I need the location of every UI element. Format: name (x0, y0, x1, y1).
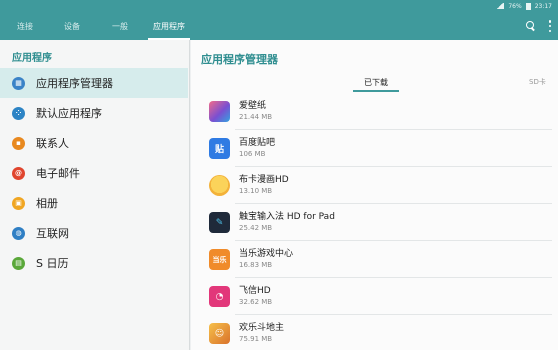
list-item[interactable]: ✎ 触宝输入法 HD for Pad 25.42 MB (191, 204, 558, 241)
battery-icon (525, 2, 531, 10)
search-icon[interactable] (526, 21, 536, 31)
sidebar-item-label: 联系人 (36, 137, 69, 150)
gallery-icon: ▣ (12, 196, 25, 210)
app-size: 13.10 MB (239, 187, 273, 195)
grid-icon: ▦ (12, 76, 25, 90)
list-item[interactable]: ◔ 飞信HD 32.62 MB (191, 278, 558, 315)
sidebar-item-s-calendar[interactable]: ▤ S 日历 (0, 248, 189, 278)
sidebar-item-internet[interactable]: ◍ 互联网 (0, 218, 189, 248)
app-size: 75.91 MB (239, 335, 273, 343)
app-size: 32.62 MB (239, 298, 273, 306)
app-name: 飞信HD (239, 286, 271, 296)
tab-connections[interactable]: 连接 (0, 12, 50, 40)
sidebar-item-label: 应用程序管理器 (36, 77, 113, 90)
tab-label: 应用程序 (153, 21, 185, 31)
sidebar-item-default-applications[interactable]: ⁘ 默认应用程序 (0, 98, 189, 128)
sidebar-item-label: 默认应用程序 (36, 107, 102, 120)
app-list: 爱壁纸 21.44 MB 贴 百度贴吧 106 MB 布卡漫画HD 13.10 MB … (191, 93, 558, 350)
wallpaper-app-icon (209, 101, 230, 122)
touchpal-app-icon: ✎ (209, 212, 230, 233)
apps-icon: ⁘ (12, 106, 25, 120)
app-name: 布卡漫画HD (239, 175, 289, 185)
sidebar-item-contacts[interactable]: ▪ 联系人 (0, 128, 189, 158)
more-vertical-icon[interactable] (548, 20, 552, 32)
app-name: 爱壁纸 (239, 101, 267, 111)
list-item[interactable]: 布卡漫画HD 13.10 MB (191, 167, 558, 204)
list-item[interactable]: ☺ 欢乐斗地主 75.91 MB (191, 315, 558, 350)
storage-subtabs: 已下载 SD卡 (191, 72, 558, 92)
left-category-list: ▦ 应用程序管理器 ⁘ 默认应用程序 ▪ 联系人 @ 电子邮件 ▣ 相册 ◍ 互… (0, 68, 189, 278)
fetion-app-icon: ◔ (209, 286, 230, 307)
sidebar-item-label: S 日历 (36, 257, 69, 270)
battery-percent: 76% (508, 2, 522, 10)
tab-general[interactable]: 一般 (94, 12, 146, 40)
calendar-icon: ▤ (12, 256, 25, 270)
tab-device[interactable]: 设备 (50, 12, 94, 40)
sidebar-item-label: 电子邮件 (36, 167, 80, 180)
app-name: 触宝输入法 HD for Pad (239, 212, 335, 222)
sidebar-item-label: 互联网 (36, 227, 69, 240)
list-item[interactable]: 贴 百度贴吧 106 MB (191, 130, 558, 167)
sidebar-item-email[interactable]: @ 电子邮件 (0, 158, 189, 188)
clock: 23:17 (534, 2, 552, 10)
settings-tabs: 连接 设备 一般 应用程序 (0, 12, 192, 40)
tab-label: 一般 (112, 21, 128, 31)
app-size: 106 MB (239, 150, 266, 158)
status-bar: 76% 23:17 (0, 0, 558, 12)
tieba-app-icon: 贴 (209, 138, 230, 159)
sidebar-item-gallery[interactable]: ▣ 相册 (0, 188, 189, 218)
app-name: 百度贴吧 (239, 138, 276, 148)
application-manager-panel: 应用程序管理器 已下载 SD卡 爱壁纸 21.44 MB 贴 百度贴吧 106 MB… (191, 40, 558, 350)
dangle-app-icon: 当乐 (209, 249, 230, 270)
buka-app-icon (209, 175, 230, 196)
contact-icon: ▪ (12, 136, 25, 150)
app-size: 21.44 MB (239, 113, 273, 121)
tab-label: 设备 (64, 21, 80, 31)
sidebar-item-label: 相册 (36, 197, 58, 210)
sidebar-item-application-manager[interactable]: ▦ 应用程序管理器 (0, 68, 188, 98)
page-title: 应用程序管理器 (201, 53, 278, 66)
list-item[interactable]: 爱壁纸 21.44 MB (191, 93, 558, 130)
app-name: 欢乐斗地主 (239, 323, 285, 333)
tab-applications[interactable]: 应用程序 (146, 12, 192, 40)
doudizhu-app-icon: ☺ (209, 323, 230, 344)
top-app-bar: 76% 23:17 连接 设备 一般 应用程序 (0, 0, 558, 40)
list-item[interactable]: 当乐 当乐游戏中心 16.83 MB (191, 241, 558, 278)
top-actions (526, 12, 552, 40)
tab-label: 连接 (17, 21, 33, 31)
left-panel-title: 应用程序 (12, 53, 52, 64)
signal-icon (496, 3, 505, 9)
globe-icon: ◍ (12, 226, 25, 240)
app-size: 25.42 MB (239, 224, 273, 232)
left-category-panel: 应用程序 ▦ 应用程序管理器 ⁘ 默认应用程序 ▪ 联系人 @ 电子邮件 ▣ 相… (0, 40, 190, 350)
email-icon: @ (12, 166, 25, 180)
app-size: 16.83 MB (239, 261, 273, 269)
tab-sd-card[interactable]: SD卡 (529, 72, 546, 92)
app-name: 当乐游戏中心 (239, 249, 294, 259)
tab-downloaded[interactable]: 已下载 (353, 72, 399, 92)
